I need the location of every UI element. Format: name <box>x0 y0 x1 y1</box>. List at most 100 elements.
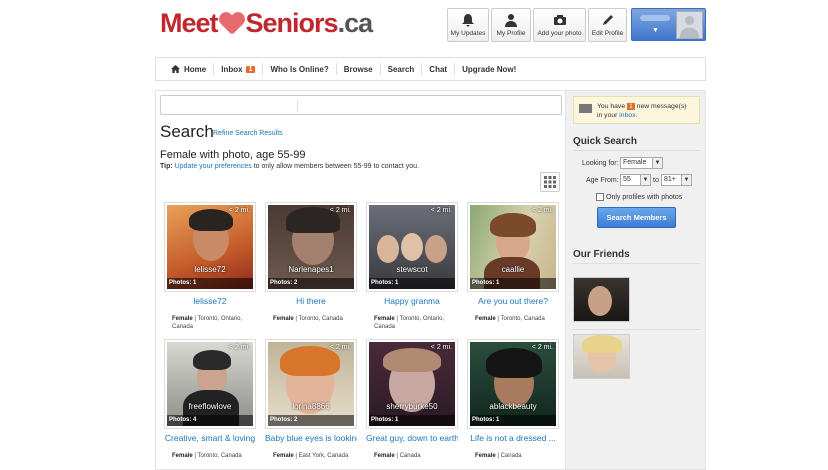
distance-label: < 2 mi. <box>531 344 553 351</box>
logo-text-meet: Meet <box>160 7 219 38</box>
user-menu[interactable]: ▼ <box>631 8 706 41</box>
grid-view-icon[interactable] <box>540 172 560 192</box>
profile-photo[interactable]: < 2 mi. lelisse72 Photos: 1 <box>164 202 256 292</box>
nav-browse-label: Browse <box>343 64 373 74</box>
nav-home[interactable]: Home <box>164 63 215 75</box>
profile-headline-link[interactable]: Are you out there? <box>467 296 559 306</box>
nav-inbox-label: Inbox <box>221 64 243 74</box>
only-photos-checkbox[interactable] <box>596 193 604 201</box>
looking-for-select[interactable]: Female ▼ <box>620 157 663 169</box>
chevron-down-icon: ▼ <box>652 27 659 34</box>
my-profile-button[interactable]: My Profile <box>491 8 531 42</box>
friend-photo[interactable] <box>573 277 630 322</box>
distance-label: < 2 mi. <box>430 207 452 214</box>
divider <box>573 150 700 151</box>
search-subheading: Female with photo, age 55-99 <box>160 149 306 161</box>
profile-photo[interactable]: < 2 mi. lorina8866 Photos: 2 <box>265 339 357 429</box>
age-to-select[interactable]: 81+ ▼ <box>661 174 692 186</box>
age-to-label: to <box>653 177 659 184</box>
distance-label: < 2 mi. <box>329 344 351 351</box>
search-input[interactable] <box>160 95 562 115</box>
logo-text-ca: .ca <box>337 7 374 38</box>
nav-upgrade[interactable]: Upgrade Now! <box>455 63 523 75</box>
nav-browse[interactable]: Browse <box>337 63 381 75</box>
add-photo-button[interactable]: Add your photo <box>533 8 586 42</box>
result-card[interactable]: < 2 mi. sherryburke50 Photos: 1 Great gu… <box>366 339 458 469</box>
location: Toronto, Canada <box>500 316 545 322</box>
profile-headline-link[interactable]: Hi there <box>265 296 357 306</box>
nav-chat[interactable]: Chat <box>422 63 456 75</box>
camera-icon <box>553 15 566 25</box>
profile-meta: Female | East York, Canada <box>273 453 349 459</box>
username-label: Narlenapes1 <box>288 265 334 274</box>
result-card[interactable]: < 2 mi. caallie Photos: 1 Are you out th… <box>467 202 559 332</box>
nav-home-label: Home <box>184 64 207 74</box>
profile-headline-link[interactable]: lelisse72 <box>164 296 256 306</box>
nav-who-is-online-label: Who Is Online? <box>270 64 329 74</box>
nav-search[interactable]: Search <box>381 63 423 75</box>
profile-photo[interactable]: < 2 mi. stewscot Photos: 1 <box>366 202 458 292</box>
inbox-link[interactable]: inbox. <box>619 112 637 119</box>
profile-headline-link[interactable]: Great guy, down to earth... <box>366 433 458 443</box>
result-card[interactable]: < 2 mi. stewscot Photos: 1 Happy granma … <box>366 202 458 332</box>
tip-message: to only allow members between 55-99 to c… <box>253 163 420 170</box>
location: East York, Canada <box>298 453 349 459</box>
profile-headline-link[interactable]: Happy granma <box>366 296 458 306</box>
result-card[interactable]: < 2 mi. lelisse72 Photos: 1 lelisse72 Fe… <box>164 202 256 332</box>
site-logo[interactable]: Meet Seniors .ca <box>160 6 374 40</box>
nav-who-is-online[interactable]: Who Is Online? <box>263 63 337 75</box>
profile-headline-link[interactable]: Creative, smart & loving <box>164 433 256 443</box>
gender: Female <box>475 453 496 459</box>
edit-profile-button[interactable]: Edit Profile <box>588 8 627 42</box>
nav-search-label: Search <box>387 64 415 74</box>
age-from-select[interactable]: 55 ▼ <box>620 174 651 186</box>
divider <box>573 263 700 264</box>
result-card[interactable]: < 2 mi. Narlenapes1 Photos: 2 Hi there F… <box>265 202 357 332</box>
divider <box>573 329 700 330</box>
photo-count: Photos: 1 <box>167 278 253 289</box>
update-preferences-link[interactable]: Update your preferences <box>175 163 252 170</box>
profile-photo[interactable]: < 2 mi. Narlenapes1 Photos: 2 <box>265 202 357 292</box>
gender: Female <box>374 453 395 459</box>
photo-count: Photos: 2 <box>268 415 354 426</box>
result-card[interactable]: < 2 mi. freeflowlove Photos: 4 Creative,… <box>164 339 256 469</box>
username-label: stewscot <box>396 265 428 274</box>
profile-meta: Female | Toronto, Ontario, Canada <box>172 316 243 330</box>
message-notice-line2: in your <box>597 112 618 119</box>
profile-meta: Female | Canada <box>475 453 522 459</box>
looking-for-label: Looking for: <box>582 160 619 167</box>
bell-icon <box>462 14 474 27</box>
my-updates-button[interactable]: My Updates <box>447 8 489 42</box>
nav-chat-label: Chat <box>429 64 448 74</box>
looking-for-value: Female <box>623 159 647 166</box>
location: Toronto, Canada <box>298 316 343 322</box>
profile-headline-link[interactable]: Life is not a dressed ... <box>467 433 559 443</box>
profile-photo[interactable]: < 2 mi. sherryburke50 Photos: 1 <box>366 339 458 429</box>
username-label: lorina8866 <box>292 402 330 411</box>
profile-meta: Female | Toronto, Canada <box>172 453 242 459</box>
profile-headline-link[interactable]: Baby blue eyes is looking <box>265 433 357 443</box>
pencil-icon <box>602 15 613 25</box>
search-members-button[interactable]: Search Members <box>597 207 676 228</box>
distance-label: < 2 mi. <box>531 207 553 214</box>
friend-photo[interactable] <box>573 334 630 379</box>
profile-photo[interactable]: < 2 mi. ablackbeauty Photos: 1 <box>467 339 559 429</box>
home-icon <box>171 65 180 73</box>
result-card[interactable]: < 2 mi. ablackbeauty Photos: 1 Life is n… <box>467 339 559 469</box>
nav-inbox[interactable]: Inbox 1 <box>214 63 264 75</box>
profile-photo[interactable]: < 2 mi. caallie Photos: 1 <box>467 202 559 292</box>
gender: Female <box>374 316 395 322</box>
photo-count: Photos: 1 <box>470 278 556 289</box>
result-card[interactable]: < 2 mi. lorina8866 Photos: 2 Baby blue e… <box>265 339 357 469</box>
distance-label: < 2 mi. <box>430 344 452 351</box>
refine-search-link[interactable]: Refine Search Results <box>213 130 283 137</box>
profile-photo[interactable]: < 2 mi. freeflowlove Photos: 4 <box>164 339 256 429</box>
gender: Female <box>172 453 193 459</box>
photo-count: Photos: 4 <box>167 415 253 426</box>
gender: Female <box>273 316 294 322</box>
location: Canada <box>500 453 522 459</box>
quick-search-title: Quick Search <box>573 136 637 147</box>
username-label: lelisse72 <box>194 265 226 274</box>
gender: Female <box>172 316 193 322</box>
chevron-down-icon: ▼ <box>652 158 662 168</box>
